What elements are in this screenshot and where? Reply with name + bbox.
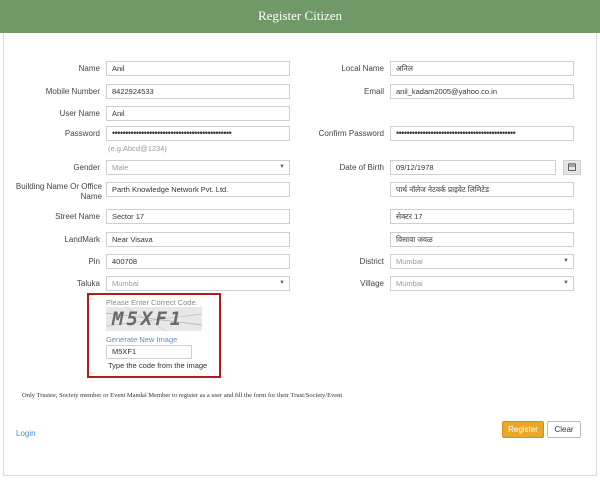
taluka-value: Mumbai <box>112 279 139 288</box>
district-select[interactable]: Mumbai ▼ <box>390 254 574 269</box>
confirm-password-input[interactable]: ••••••••••••••••••••••••••••••••••••••••… <box>390 126 574 141</box>
calendar-button[interactable] <box>563 160 581 175</box>
registration-note: Only Trustee, Society member or Event Ma… <box>22 392 343 399</box>
password-hint: (e.g.Abcd@1234) <box>108 144 167 153</box>
pin-input[interactable]: 400708 <box>106 254 290 269</box>
building-local-input[interactable]: पार्थ नॉलेज नेटवर्क प्राइवेट लिमिटेड <box>390 182 574 197</box>
local-name-input[interactable]: अनिल <box>390 61 574 76</box>
landmark-label: LandMark <box>64 235 100 244</box>
gender-value: Male <box>112 163 129 172</box>
street-label: Street Name <box>55 212 100 221</box>
clear-button[interactable]: Clear <box>547 421 581 438</box>
captcha-image: M5XF1 <box>106 307 202 331</box>
landmark-local-input[interactable]: विसावा जवळ <box>390 232 574 247</box>
page-title: Register Citizen <box>257 8 343 23</box>
village-label: Village <box>360 279 384 288</box>
taluka-select[interactable]: Mumbai ▼ <box>106 276 290 291</box>
mobile-input[interactable]: 8422924533 <box>106 84 290 99</box>
password-label: Password <box>64 129 100 138</box>
mobile-label: Mobile Number <box>45 87 100 96</box>
dob-label: Date of Birth <box>339 163 384 172</box>
gender-select[interactable]: Male ▼ <box>106 160 290 175</box>
taluka-label: Taluka <box>76 279 100 288</box>
captcha-input[interactable]: M5XF1 <box>106 345 192 359</box>
captcha-prompt: Please Enter Correct Code. <box>106 298 198 307</box>
pin-label: Pin <box>88 257 100 266</box>
gender-label: Gender <box>73 163 100 172</box>
login-link[interactable]: Login <box>16 429 36 438</box>
header-bar: Register Citizen <box>0 0 600 33</box>
district-value: Mumbai <box>396 257 423 266</box>
password-input[interactable]: ••••••••••••••••••••••••••••••••••••••••… <box>106 126 290 141</box>
landmark-input[interactable]: Near Visava <box>106 232 290 247</box>
street-input[interactable]: Sector 17 <box>106 209 290 224</box>
generate-new-image-link[interactable]: Generate New Image <box>106 335 177 344</box>
village-select[interactable]: Mumbai ▼ <box>390 276 574 291</box>
name-input[interactable]: Anil <box>106 61 290 76</box>
register-button[interactable]: Register <box>502 421 544 438</box>
confirm-password-label: Confirm Password <box>318 129 384 138</box>
village-value: Mumbai <box>396 279 423 288</box>
building-label: Building Name Or Office Name <box>15 182 102 201</box>
chevron-down-icon: ▼ <box>279 164 285 170</box>
name-label: Name <box>78 64 100 73</box>
street-local-input[interactable]: सेक्टर 17 <box>390 209 574 224</box>
chevron-down-icon: ▼ <box>279 280 285 286</box>
email-input[interactable]: anil_kadam2005@yahoo.co.in <box>390 84 574 99</box>
chevron-down-icon: ▼ <box>563 258 569 264</box>
captcha-image-text: M5XF1 <box>112 308 185 330</box>
username-label: User Name <box>59 109 100 118</box>
email-label: Email <box>363 87 384 96</box>
dob-input[interactable]: 09/12/1978 <box>390 160 556 175</box>
district-label: District <box>359 257 384 266</box>
chevron-down-icon: ▼ <box>563 280 569 286</box>
username-input[interactable]: Anil <box>106 106 290 121</box>
building-input[interactable]: Parth Knowledge Network Pvt. Ltd. <box>106 182 290 197</box>
local-name-label: Local Name <box>341 64 384 73</box>
calendar-icon <box>568 163 576 171</box>
captcha-instruction: Type the code from the image <box>108 361 208 370</box>
